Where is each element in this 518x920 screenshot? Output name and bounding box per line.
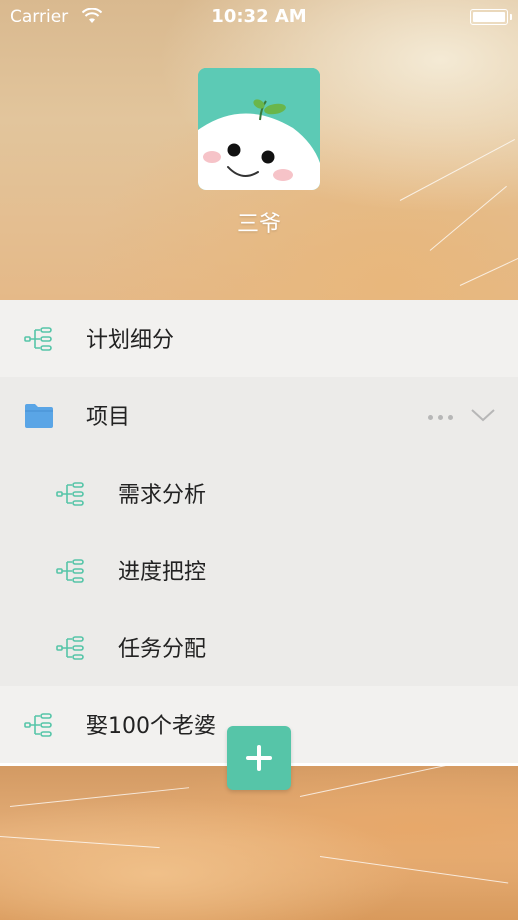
add-button[interactable]	[227, 726, 291, 790]
list-item[interactable]: 任务分配	[0, 609, 518, 686]
list-item-label: 任务分配	[118, 637, 207, 662]
mindmap-icon	[56, 636, 84, 660]
list-item-label: 计划细分	[86, 328, 175, 353]
profile-name[interactable]: 三爷	[0, 206, 518, 238]
list-item[interactable]: 需求分析	[0, 455, 518, 532]
list-item[interactable]: 计划细分	[0, 300, 518, 377]
folder-label: 项目	[86, 405, 131, 430]
battery-icon	[470, 9, 512, 25]
mindmap-icon	[56, 482, 84, 506]
list-item-label: 需求分析	[118, 483, 207, 508]
mindmap-list: 计划细分 项目 需求分析 进度把控 任务分配 娶100个老婆	[0, 300, 518, 763]
status-bar: Carrier 10:32 AM	[0, 0, 518, 34]
list-item-label: 娶100个老婆	[86, 714, 216, 739]
folder-icon	[25, 404, 53, 428]
mindmap-icon	[56, 559, 84, 583]
more-dots-icon[interactable]	[428, 415, 453, 420]
clock: 10:32 AM	[211, 6, 307, 27]
mindmap-icon	[24, 327, 52, 351]
folder-row-project[interactable]: 项目	[0, 377, 518, 455]
sprout-mascot-icon	[198, 68, 320, 190]
mindmap-icon	[24, 713, 52, 737]
avatar[interactable]	[198, 68, 320, 190]
list-item-label: 进度把控	[118, 560, 207, 585]
list-item[interactable]: 进度把控	[0, 532, 518, 609]
chevron-down-icon[interactable]	[470, 407, 496, 423]
